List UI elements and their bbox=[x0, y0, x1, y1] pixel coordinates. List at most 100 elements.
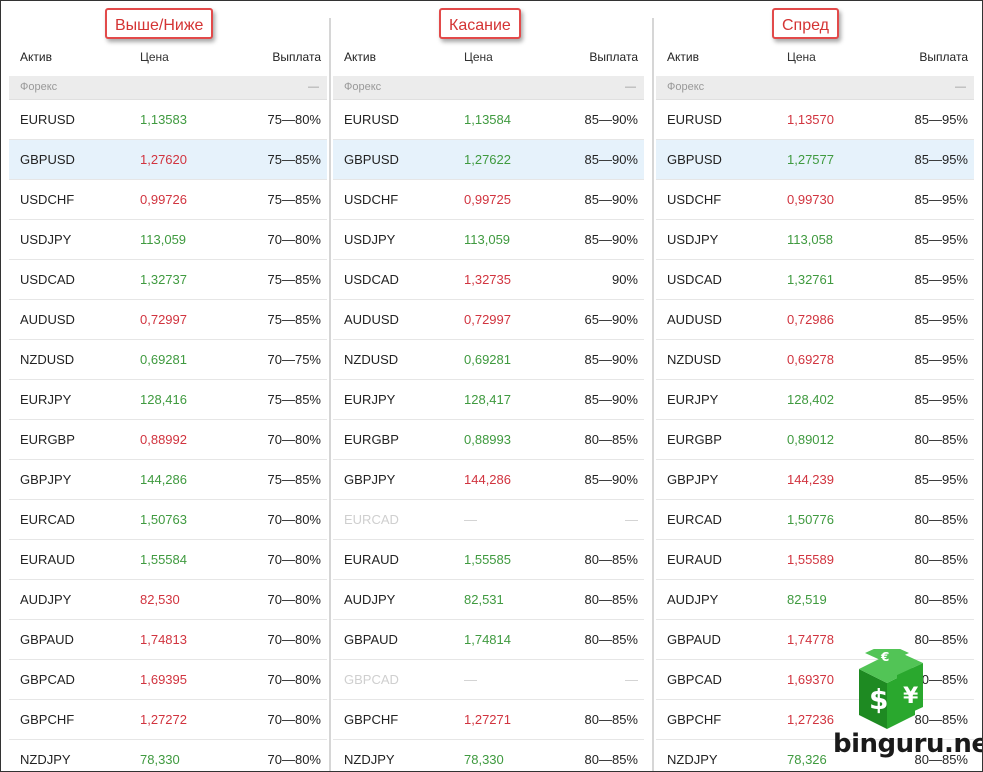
table-row: EURCAD — — bbox=[333, 500, 644, 540]
asset-payout: 85—95% bbox=[914, 272, 968, 287]
screenshot-frame: Актив Цена Выплата Форекс — EURUSD 1,1358… bbox=[0, 0, 983, 772]
asset-price: 1,27271 bbox=[464, 712, 511, 727]
table-row[interactable]: GBPAUD 1,74813 70—80% bbox=[9, 620, 327, 660]
asset-payout: 80—85% bbox=[914, 592, 968, 607]
asset-name: NZDJPY bbox=[20, 752, 71, 767]
panel-title-tag: Спред bbox=[772, 8, 839, 39]
table-row[interactable]: GBPUSD 1,27577 85—95% bbox=[656, 140, 974, 180]
table-row[interactable]: AUDUSD 0,72997 75—85% bbox=[9, 300, 327, 340]
table-header: Актив Цена Выплата bbox=[333, 47, 644, 67]
asset-payout: 70—80% bbox=[267, 712, 321, 727]
asset-price: 1,69370 bbox=[787, 672, 834, 687]
asset-payout: 70—80% bbox=[267, 752, 321, 767]
group-collapse-dash[interactable]: — bbox=[955, 76, 966, 99]
table-row[interactable]: NZDUSD 0,69281 70—75% bbox=[9, 340, 327, 380]
table-row[interactable]: EURAUD 1,55584 70—80% bbox=[9, 540, 327, 580]
table-row[interactable]: GBPCHF 1,27271 80—85% bbox=[333, 700, 644, 740]
group-row-forex[interactable]: Форекс — bbox=[333, 76, 644, 100]
table-row[interactable]: NZDJPY 78,330 70—80% bbox=[9, 740, 327, 771]
table-row[interactable]: EURUSD 1,13583 75—80% bbox=[9, 100, 327, 140]
table-row[interactable]: GBPJPY 144,286 85—90% bbox=[333, 460, 644, 500]
table-row: GBPCAD — — bbox=[333, 660, 644, 700]
asset-payout: 85—95% bbox=[914, 352, 968, 367]
table-row[interactable]: GBPJPY 144,239 85—95% bbox=[656, 460, 974, 500]
asset-payout: 75—85% bbox=[267, 312, 321, 327]
asset-payout: 85—95% bbox=[914, 232, 968, 247]
table-row[interactable]: AUDJPY 82,519 80—85% bbox=[656, 580, 974, 620]
group-row-forex[interactable]: Форекс — bbox=[656, 76, 974, 100]
panel-title-tag: Касание bbox=[439, 8, 521, 39]
table-row[interactable]: AUDJPY 82,531 80—85% bbox=[333, 580, 644, 620]
asset-list: EURUSD 1,13583 75—80% GBPUSD 1,27620 75—85% US… bbox=[9, 100, 327, 771]
asset-payout: 85—90% bbox=[584, 152, 638, 167]
group-row-forex[interactable]: Форекс — bbox=[9, 76, 327, 100]
table-row[interactable]: GBPUSD 1,27622 85—90% bbox=[333, 140, 644, 180]
asset-price: 0,88992 bbox=[140, 432, 187, 447]
asset-payout: 80—85% bbox=[584, 592, 638, 607]
asset-name: EURJPY bbox=[344, 392, 396, 407]
table-row[interactable]: GBPJPY 144,286 75—85% bbox=[9, 460, 327, 500]
asset-name: GBPCAD bbox=[344, 672, 399, 687]
asset-payout: 75—85% bbox=[267, 192, 321, 207]
table-row[interactable]: USDCHF 0,99726 75—85% bbox=[9, 180, 327, 220]
table-row[interactable]: AUDJPY 82,530 70—80% bbox=[9, 580, 327, 620]
table-row[interactable]: EURCAD 1,50776 80—85% bbox=[656, 500, 974, 540]
asset-name: USDCHF bbox=[20, 192, 75, 207]
table-row[interactable]: EURJPY 128,417 85—90% bbox=[333, 380, 644, 420]
asset-price: 1,27236 bbox=[787, 712, 834, 727]
table-row[interactable]: AUDUSD 0,72997 65—90% bbox=[333, 300, 644, 340]
asset-payout: 80—85% bbox=[584, 632, 638, 647]
asset-name: NZDUSD bbox=[20, 352, 75, 367]
table-row[interactable]: EURUSD 1,13584 85—90% bbox=[333, 100, 644, 140]
asset-payout: 75—85% bbox=[267, 472, 321, 487]
asset-payout: 85—95% bbox=[914, 312, 968, 327]
table-row[interactable]: USDJPY 113,059 70—80% bbox=[9, 220, 327, 260]
table-row[interactable]: EURCAD 1,50763 70—80% bbox=[9, 500, 327, 540]
header-payout: Выплата bbox=[919, 50, 968, 64]
asset-price: 1,74814 bbox=[464, 632, 511, 647]
table-row[interactable]: USDCAD 1,32761 85—95% bbox=[656, 260, 974, 300]
table-row[interactable]: EURGBP 0,89012 80—85% bbox=[656, 420, 974, 460]
table-row[interactable]: USDJPY 113,059 85—90% bbox=[333, 220, 644, 260]
table-row[interactable]: USDJPY 113,058 85—95% bbox=[656, 220, 974, 260]
asset-payout: 70—80% bbox=[267, 512, 321, 527]
table-row[interactable]: NZDUSD 0,69281 85—90% bbox=[333, 340, 644, 380]
table-row[interactable]: EURJPY 128,402 85—95% bbox=[656, 380, 974, 420]
asset-price: — bbox=[464, 672, 477, 687]
asset-price: 78,326 bbox=[787, 752, 827, 767]
asset-payout: 80—85% bbox=[584, 752, 638, 767]
table-row[interactable]: GBPUSD 1,27620 75—85% bbox=[9, 140, 327, 180]
asset-name: GBPCAD bbox=[667, 672, 722, 687]
asset-price: 1,74778 bbox=[787, 632, 834, 647]
asset-price: 113,058 bbox=[787, 232, 834, 247]
table-row[interactable]: EURAUD 1,55585 80—85% bbox=[333, 540, 644, 580]
table-row[interactable]: EURJPY 128,416 75—85% bbox=[9, 380, 327, 420]
table-row[interactable]: EURAUD 1,55589 80—85% bbox=[656, 540, 974, 580]
table-row[interactable]: EURUSD 1,13570 85—95% bbox=[656, 100, 974, 140]
table-row[interactable]: GBPCAD 1,69395 70—80% bbox=[9, 660, 327, 700]
table-row[interactable]: EURGBP 0,88993 80—85% bbox=[333, 420, 644, 460]
asset-payout: 70—80% bbox=[267, 552, 321, 567]
table-row[interactable]: GBPCHF 1,27272 70—80% bbox=[9, 700, 327, 740]
table-row[interactable]: USDCAD 1,32735 90% bbox=[333, 260, 644, 300]
table-row[interactable]: NZDUSD 0,69278 85—95% bbox=[656, 340, 974, 380]
asset-payout: 70—75% bbox=[267, 352, 321, 367]
group-collapse-dash[interactable]: — bbox=[308, 76, 319, 99]
asset-name: GBPUSD bbox=[20, 152, 75, 167]
table-row[interactable]: USDCAD 1,32737 75—85% bbox=[9, 260, 327, 300]
panel-touch: Актив Цена Выплата Форекс — EURUSD 1,1358… bbox=[333, 1, 644, 771]
asset-payout: — bbox=[625, 512, 638, 527]
asset-name: EURUSD bbox=[667, 112, 722, 127]
table-row[interactable]: GBPAUD 1,74814 80—85% bbox=[333, 620, 644, 660]
asset-payout: 80—85% bbox=[584, 432, 638, 447]
table-row[interactable]: NZDJPY 78,330 80—85% bbox=[333, 740, 644, 771]
table-row[interactable]: USDCHF 0,99730 85—95% bbox=[656, 180, 974, 220]
asset-name: EURGBP bbox=[667, 432, 722, 447]
asset-name: GBPUSD bbox=[667, 152, 722, 167]
table-row[interactable]: AUDUSD 0,72986 85—95% bbox=[656, 300, 974, 340]
table-row[interactable]: EURGBP 0,88992 70—80% bbox=[9, 420, 327, 460]
asset-name: NZDUSD bbox=[344, 352, 399, 367]
group-collapse-dash[interactable]: — bbox=[625, 76, 636, 99]
asset-payout: 80—85% bbox=[914, 552, 968, 567]
table-row[interactable]: USDCHF 0,99725 85—90% bbox=[333, 180, 644, 220]
